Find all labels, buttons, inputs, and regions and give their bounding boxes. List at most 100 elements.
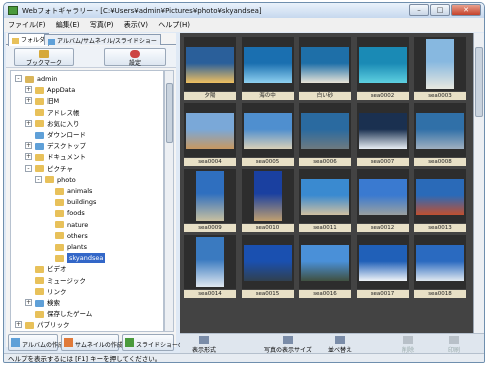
create-thumbnail-button[interactable]: サムネイルの作成 [61, 334, 123, 351]
thumbnail-photo[interactable] [241, 103, 294, 157]
menu-view[interactable]: 表示(V) [120, 18, 152, 32]
grid-scrollbar[interactable] [473, 33, 484, 333]
thumbnail-photo[interactable] [299, 103, 351, 157]
thumbnail-photo[interactable] [241, 169, 294, 223]
thumbnail-photo[interactable] [356, 103, 409, 157]
create-slideshow-button[interactable]: スライドショーの作成 [122, 334, 196, 351]
photo-size-button[interactable]: 写真の表示サイズ [264, 336, 312, 354]
thumbnail-item[interactable]: sea0011 [299, 169, 351, 232]
tree-item-label: AppData [47, 86, 76, 95]
sort-button[interactable]: 並べ替え [328, 336, 352, 354]
thumbnail-item[interactable]: sea0015 [241, 235, 294, 298]
expand-icon[interactable]: + [25, 97, 32, 105]
tree-item[interactable]: plants [11, 242, 161, 252]
thumbnail-item[interactable]: sea0009 [184, 169, 236, 232]
tree-item[interactable]: nature [11, 220, 161, 230]
thumbnail-photo[interactable] [241, 235, 294, 289]
collapse-icon[interactable]: - [25, 164, 32, 172]
create-album-button[interactable]: アルバムの作成 [8, 334, 64, 351]
thumbnail-item[interactable]: sea0002 [356, 37, 409, 100]
view-mode-button[interactable]: 表示形式 [192, 336, 216, 354]
expand-icon[interactable]: + [15, 321, 22, 329]
tree-item[interactable]: ビデオ [11, 264, 161, 274]
minimize-button[interactable]: – [409, 4, 429, 16]
tree-scrollbar[interactable] [164, 70, 174, 332]
expand-icon[interactable]: + [25, 299, 32, 306]
settings-button[interactable]: 設定 [104, 48, 166, 67]
thumbnail-item[interactable]: sea0010 [241, 169, 294, 232]
thumbnail-photo[interactable] [299, 235, 351, 289]
menu-help[interactable]: ヘルプ(H) [154, 18, 194, 32]
bookmark-button[interactable]: ブックマーク [14, 48, 74, 67]
maximize-button[interactable]: □ [430, 4, 450, 16]
tree-item[interactable]: - photo [11, 175, 161, 185]
menu-edit[interactable]: 編集(E) [52, 18, 84, 32]
thumbnail-grid[interactable]: 夕陽 海の中 白い砂 sea0002 sea0003 sea0004 sea0005 sea0… [180, 33, 484, 333]
thumbnail-photo[interactable] [184, 235, 236, 289]
thumbnail-item[interactable]: sea0004 [184, 103, 236, 166]
tree-item[interactable]: skyandsea [11, 253, 161, 264]
grid-scrollbar-thumb[interactable] [475, 47, 483, 117]
collapse-icon[interactable]: - [35, 175, 42, 183]
tree-item[interactable]: + 検索 [11, 298, 161, 308]
thumbnail-photo[interactable] [356, 169, 409, 223]
thumbnail-item[interactable]: sea0008 [414, 103, 466, 166]
tree-item[interactable]: + ドキュメント [11, 152, 161, 162]
thumbnail-item[interactable]: sea0014 [184, 235, 236, 298]
tree-item[interactable]: 保存したゲーム [11, 309, 161, 319]
thumbnail-photo[interactable] [184, 103, 236, 157]
tree-item[interactable]: アドレス帳 [11, 108, 161, 118]
thumbnail-item[interactable]: sea0018 [414, 235, 466, 298]
thumbnail-photo[interactable] [299, 37, 351, 91]
thumbnail-item[interactable]: 海の中 [241, 37, 294, 100]
menu-file[interactable]: ファイル(F) [4, 18, 50, 32]
expand-icon[interactable]: + [25, 86, 32, 94]
close-button[interactable]: ✕ [451, 4, 481, 16]
thumbnail-photo[interactable] [299, 169, 351, 223]
tab-album[interactable]: アルバム/サムネイル/スライドショー [44, 34, 161, 45]
expand-icon[interactable]: + [25, 153, 32, 161]
tree-item[interactable]: + AppData [11, 85, 161, 95]
expand-icon[interactable]: + [25, 119, 32, 127]
thumbnail-photo[interactable] [356, 235, 409, 289]
tree-item[interactable]: others [11, 231, 161, 241]
tree-item[interactable]: - ピクチャ [11, 164, 161, 174]
tree-item[interactable]: - admin [11, 74, 161, 84]
thumbnail-item[interactable]: 夕陽 [184, 37, 236, 100]
thumbnail-photo[interactable] [184, 169, 236, 223]
thumbnail-photo[interactable] [414, 169, 466, 223]
thumbnail-item[interactable]: sea0017 [356, 235, 409, 298]
delete-button[interactable]: 削除 [402, 336, 414, 354]
tree-item[interactable]: ダウンロード [11, 130, 161, 140]
tree-item[interactable]: + パブリック [11, 320, 161, 330]
thumbnail-photo[interactable] [414, 235, 466, 289]
thumbnail-item[interactable]: sea0003 [414, 37, 466, 100]
thumbnail-item[interactable]: sea0016 [299, 235, 351, 298]
thumbnail-item[interactable]: 白い砂 [299, 37, 351, 100]
print-button[interactable]: 印刷 [448, 336, 460, 354]
tree-item[interactable]: animals [11, 186, 161, 196]
thumbnail-item[interactable]: sea0007 [356, 103, 409, 166]
thumbnail-photo[interactable] [184, 37, 236, 91]
tree-item[interactable]: + 旧M [11, 96, 161, 106]
folder-tree[interactable]: - admin + AppData + 旧M アドレス帳 + お気に入り ダウンロード + デスクトッ… [10, 70, 164, 332]
thumbnail-photo[interactable] [241, 37, 294, 91]
menu-photo[interactable]: 写真(P) [86, 18, 118, 32]
thumbnail-item[interactable]: sea0013 [414, 169, 466, 232]
tree-item[interactable]: リンク [11, 287, 161, 297]
tree-item[interactable]: + デスクトップ [11, 141, 161, 151]
tree-item[interactable]: buildings [11, 197, 161, 207]
thumbnail-photo[interactable] [414, 103, 466, 157]
tree-item[interactable]: ミュージック [11, 276, 161, 286]
expand-icon[interactable]: + [25, 142, 32, 150]
thumbnail-photo[interactable] [414, 37, 466, 91]
tree-item[interactable]: foods [11, 208, 161, 218]
tree-scrollbar-thumb[interactable] [166, 83, 173, 143]
thumbnail-item[interactable]: sea0005 [241, 103, 294, 166]
tree-item[interactable]: + お気に入り [11, 119, 161, 129]
thumbnail-photo[interactable] [356, 37, 409, 91]
thumbnail-item[interactable]: sea0012 [356, 169, 409, 232]
thumbnail-item[interactable]: sea0006 [299, 103, 351, 166]
tab-folder[interactable]: フォルダ [8, 33, 50, 46]
collapse-icon[interactable]: - [15, 75, 22, 82]
